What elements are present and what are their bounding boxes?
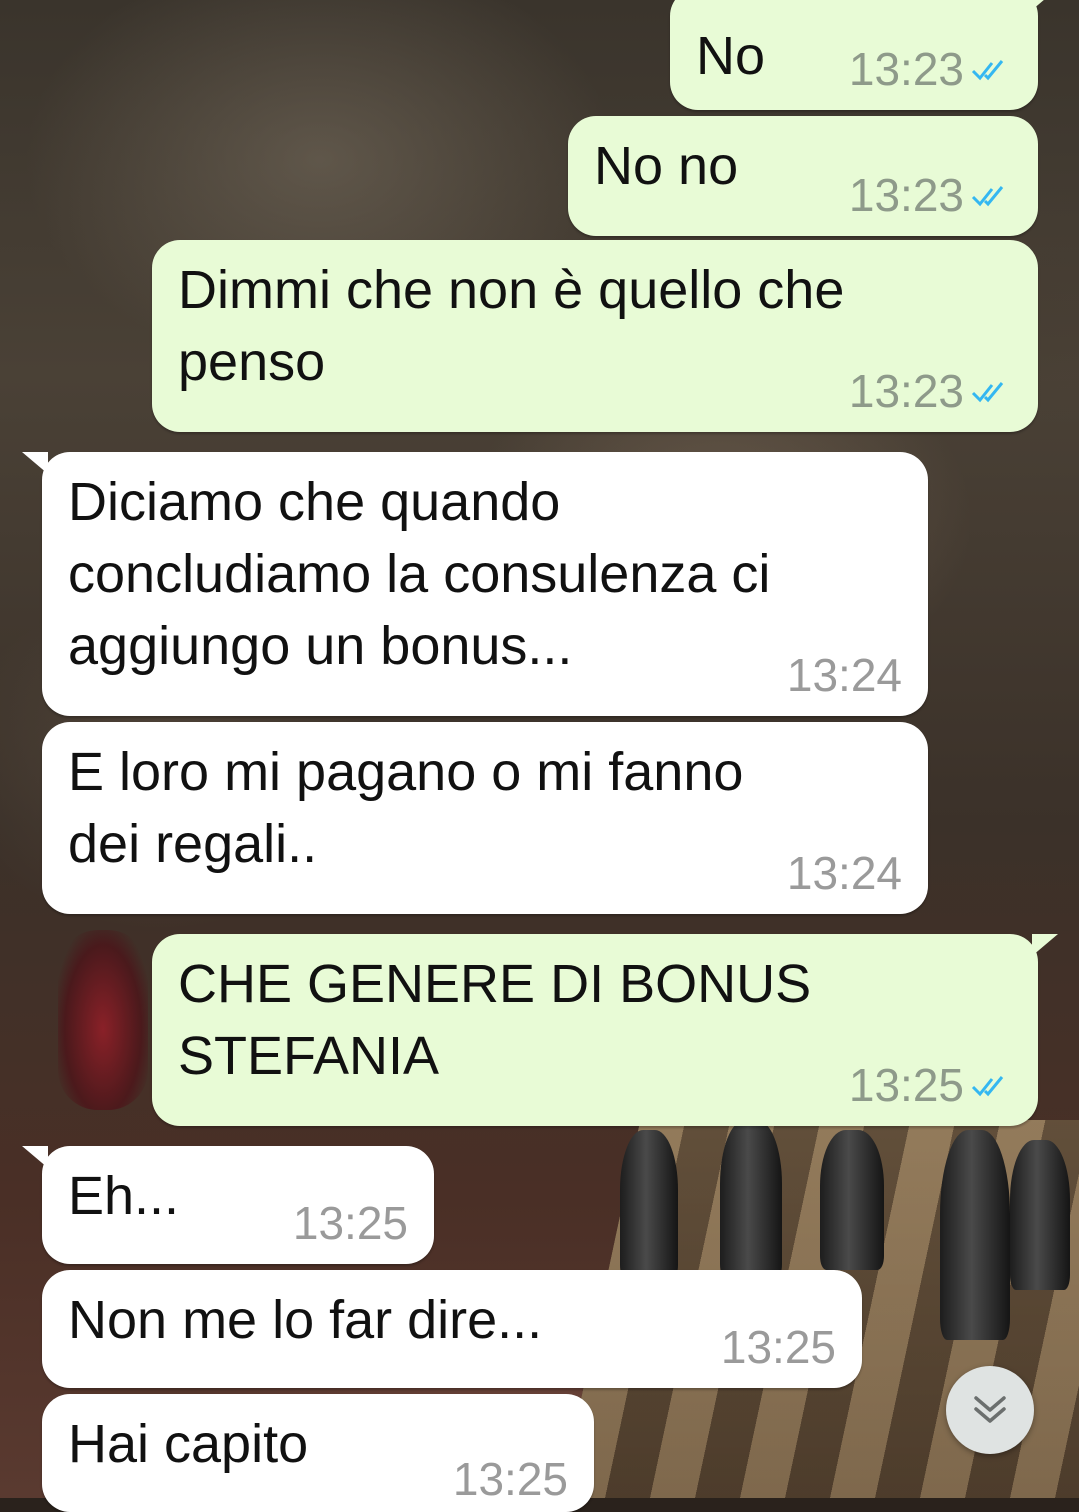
message-bubble-outgoing[interactable]: No 13:23	[670, 0, 1058, 110]
message-meta: 13:25	[453, 1454, 568, 1504]
wallpaper-chess-piece	[620, 1130, 678, 1280]
message-bubble-incoming[interactable]: Non me lo far dire... 13:25	[42, 1270, 862, 1388]
message-bubble-outgoing[interactable]: No no 13:23	[568, 116, 1038, 236]
message-meta: 13:25	[721, 1322, 836, 1372]
message-text: E loro mi pagano o mi fanno dei regali..	[68, 742, 744, 874]
wallpaper-chess-piece	[1010, 1140, 1070, 1290]
message-meta: 13:25	[293, 1198, 408, 1248]
message-time: 13:23	[848, 169, 964, 221]
message-time: 13:24	[786, 847, 902, 899]
message-meta: 13:24	[787, 650, 902, 700]
message-meta: 13:23	[849, 44, 1014, 94]
message-time: 13:25	[720, 1321, 836, 1373]
message-bubble-incoming[interactable]: E loro mi pagano o mi fanno dei regali..…	[42, 722, 928, 914]
wallpaper-chess-piece	[720, 1120, 782, 1280]
message-time: 13:23	[848, 365, 964, 417]
message-time: 13:25	[452, 1453, 568, 1505]
message-time: 13:23	[848, 43, 964, 95]
double-check-icon	[971, 382, 1004, 403]
double-check-icon	[971, 1076, 1004, 1097]
wallpaper-wine-glass	[58, 930, 148, 1110]
message-bubble-incoming[interactable]: Hai capito 13:25	[42, 1394, 594, 1512]
message-meta: 13:24	[787, 848, 902, 898]
double-check-icon	[971, 60, 1004, 81]
message-meta: 13:23	[849, 170, 1014, 220]
message-time: 13:25	[848, 1059, 964, 1111]
message-bubble-incoming[interactable]: Diciamo che quando concludiamo la consul…	[22, 452, 928, 716]
message-bubble-outgoing[interactable]: Dimmi che non è quello che penso 13:23	[152, 240, 1038, 432]
double-check-icon	[971, 186, 1004, 207]
message-text: Diciamo che quando concludiamo la consul…	[68, 472, 771, 676]
message-time: 13:24	[786, 649, 902, 701]
message-meta: 13:23	[849, 366, 1014, 416]
message-meta: 13:25	[849, 1060, 1014, 1110]
scroll-to-bottom-button[interactable]	[946, 1366, 1034, 1454]
message-time: 13:25	[292, 1197, 408, 1249]
wallpaper-chess-piece	[940, 1130, 1010, 1340]
wallpaper-chess-piece	[820, 1130, 884, 1270]
message-bubble-incoming[interactable]: Eh... 13:25	[22, 1146, 434, 1264]
chevron-double-down-icon	[974, 1396, 1006, 1423]
message-bubble-outgoing[interactable]: CHE GENERE DI BONUS STEFANIA 13:25	[152, 934, 1058, 1126]
